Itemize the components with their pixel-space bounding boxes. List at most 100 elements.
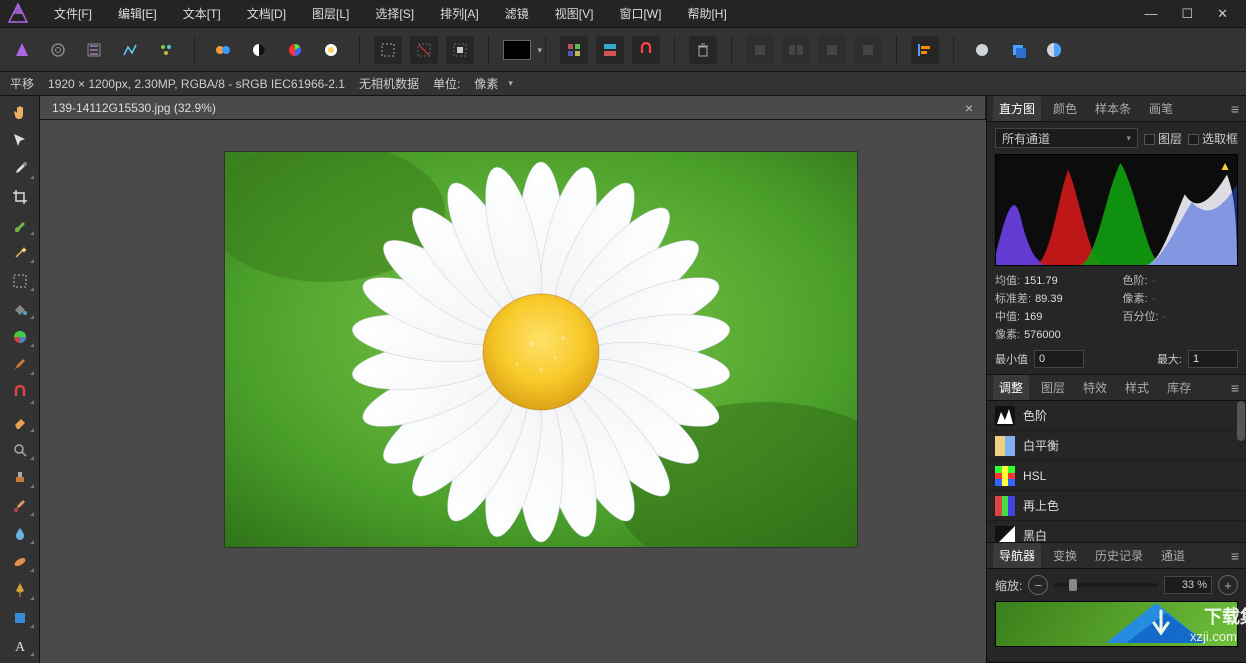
tab-stock[interactable]: 库存 [1161, 375, 1197, 400]
toolbar-dim-2[interactable] [782, 36, 810, 64]
toolbar-mask-icon[interactable] [446, 36, 474, 64]
tool-move[interactable] [5, 130, 35, 152]
panel-menu-icon[interactable]: ≡ [1231, 101, 1240, 117]
tool-pen[interactable] [5, 579, 35, 601]
tab-navigator[interactable]: 导航器 [993, 543, 1041, 568]
toolbar-btn-3-icon[interactable] [281, 36, 309, 64]
tool-wand[interactable] [5, 242, 35, 264]
toolbar-dim-1[interactable] [746, 36, 774, 64]
tab-adjust[interactable]: 调整 [993, 375, 1029, 400]
persona-develop-icon[interactable] [80, 36, 108, 64]
ctx-units-dropdown[interactable]: 像素 [474, 75, 513, 92]
adjust-scroll-thumb[interactable] [1237, 401, 1245, 441]
adjust-bw[interactable]: 黑白 [987, 521, 1246, 543]
window-close[interactable]: ✕ [1211, 4, 1234, 24]
right-panel-column: 直方图 颜色 样本条 画笔 ≡ 所有通道 图层 选取框 ▲ [986, 96, 1246, 663]
hist-min-input[interactable] [1034, 350, 1084, 368]
tool-crop[interactable] [5, 186, 35, 208]
tab-transform[interactable]: 变换 [1047, 543, 1083, 568]
canvas-viewport[interactable] [40, 120, 986, 663]
toolbar-btn-4-icon[interactable] [317, 36, 345, 64]
panel-menu-icon[interactable]: ≡ [1231, 548, 1240, 564]
tab-style[interactable]: 样式 [1119, 375, 1155, 400]
toolbar-cross-icon[interactable] [410, 36, 438, 64]
adjust-whitebalance[interactable]: 白平衡 [987, 431, 1246, 461]
tool-patch[interactable] [5, 551, 35, 573]
window-minimize[interactable]: — [1138, 4, 1163, 24]
tab-fx[interactable]: 特效 [1077, 375, 1113, 400]
tab-history[interactable]: 历史记录 [1089, 543, 1149, 568]
toolbar-align-icon[interactable] [911, 36, 939, 64]
toolbar-marquee-icon[interactable] [374, 36, 402, 64]
chk-layer[interactable]: 图层 [1144, 130, 1182, 147]
close-tab-icon[interactable]: × [965, 100, 973, 116]
toolbar-dim-4[interactable] [854, 36, 882, 64]
menu-view[interactable]: 视图[V] [545, 1, 604, 26]
menu-filter[interactable]: 滤镜 [495, 1, 539, 26]
tool-hand[interactable] [5, 102, 35, 124]
tab-layers[interactable]: 图层 [1035, 375, 1071, 400]
hist-max-input[interactable] [1188, 350, 1238, 368]
toolbar-btn-1-icon[interactable] [209, 36, 237, 64]
menu-select[interactable]: 选择[S] [365, 1, 424, 26]
levels-icon [995, 406, 1015, 426]
menu-edit[interactable]: 编辑[E] [108, 1, 167, 26]
toolbar-btn-2-icon[interactable] [245, 36, 273, 64]
tool-text[interactable]: A [5, 635, 35, 657]
toolbar-dim-3[interactable] [818, 36, 846, 64]
histogram-channel-select[interactable]: 所有通道 [995, 128, 1138, 148]
tool-marquee[interactable] [5, 270, 35, 292]
toolbar-grid2-icon[interactable] [596, 36, 624, 64]
toolbar-shape3-icon[interactable] [1040, 36, 1068, 64]
hist-pct-label: 百分位: [1123, 311, 1159, 323]
tool-heal[interactable] [5, 495, 35, 517]
nav-tabs: 导航器 变换 历史记录 通道 ≡ [987, 543, 1246, 569]
tool-paintbrush[interactable] [5, 354, 35, 376]
zoom-value[interactable]: 33 % [1164, 576, 1212, 594]
panel-menu-icon[interactable]: ≡ [1231, 380, 1240, 396]
toolbar-shape1-icon[interactable] [968, 36, 996, 64]
tool-blur[interactable] [5, 523, 35, 545]
tab-swatches[interactable]: 样本条 [1089, 96, 1137, 121]
persona-export-icon[interactable] [152, 36, 180, 64]
persona-tone-icon[interactable] [116, 36, 144, 64]
tool-clone[interactable] [5, 467, 35, 489]
toolbar-trash-icon[interactable] [689, 36, 717, 64]
adjust-recolor[interactable]: 再上色 [987, 491, 1246, 521]
tab-channels[interactable]: 通道 [1155, 543, 1191, 568]
menu-arrange[interactable]: 排列[A] [430, 1, 489, 26]
toolbar-color-chip[interactable]: ▾ [503, 40, 531, 60]
adjust-hsl[interactable]: HSL [987, 461, 1246, 491]
toolbar-snap-icon[interactable] [632, 36, 660, 64]
tab-color[interactable]: 颜色 [1047, 96, 1083, 121]
tool-selection-brush[interactable] [5, 214, 35, 236]
tool-picker[interactable] [5, 158, 35, 180]
tool-zoom[interactable] [5, 439, 35, 461]
zoom-in-button[interactable]: + [1218, 575, 1238, 595]
main-toolbar: ▾ [0, 28, 1246, 72]
navigator-thumbnail[interactable] [995, 601, 1238, 647]
toolbar-shape2-icon[interactable] [1004, 36, 1032, 64]
tab-brushes[interactable]: 画笔 [1143, 96, 1179, 121]
adjust-levels[interactable]: 色阶 [987, 401, 1246, 431]
tool-eraser[interactable] [5, 411, 35, 433]
tool-gradient[interactable] [5, 326, 35, 348]
persona-photo-icon[interactable] [8, 36, 36, 64]
tool-redeye[interactable] [5, 382, 35, 404]
toolbar-grid1-icon[interactable] [560, 36, 588, 64]
menu-document[interactable]: 文档[D] [237, 1, 296, 26]
tab-histogram[interactable]: 直方图 [993, 96, 1041, 121]
tool-flood[interactable] [5, 298, 35, 320]
persona-liquify-icon[interactable] [44, 36, 72, 64]
menu-file[interactable]: 文件[F] [44, 1, 102, 26]
tool-shape[interactable] [5, 607, 35, 629]
document-tab[interactable]: 139-14112G15530.jpg (32.9%) × [40, 96, 986, 119]
menu-window[interactable]: 窗口[W] [609, 1, 671, 26]
chk-selection[interactable]: 选取框 [1188, 130, 1238, 147]
window-maximize[interactable]: ☐ [1175, 4, 1199, 24]
zoom-out-button[interactable]: − [1028, 575, 1048, 595]
menu-layer[interactable]: 图层[L] [302, 1, 359, 26]
menu-text[interactable]: 文本[T] [173, 1, 231, 26]
zoom-slider[interactable] [1054, 583, 1158, 587]
menu-help[interactable]: 帮助[H] [677, 1, 736, 26]
